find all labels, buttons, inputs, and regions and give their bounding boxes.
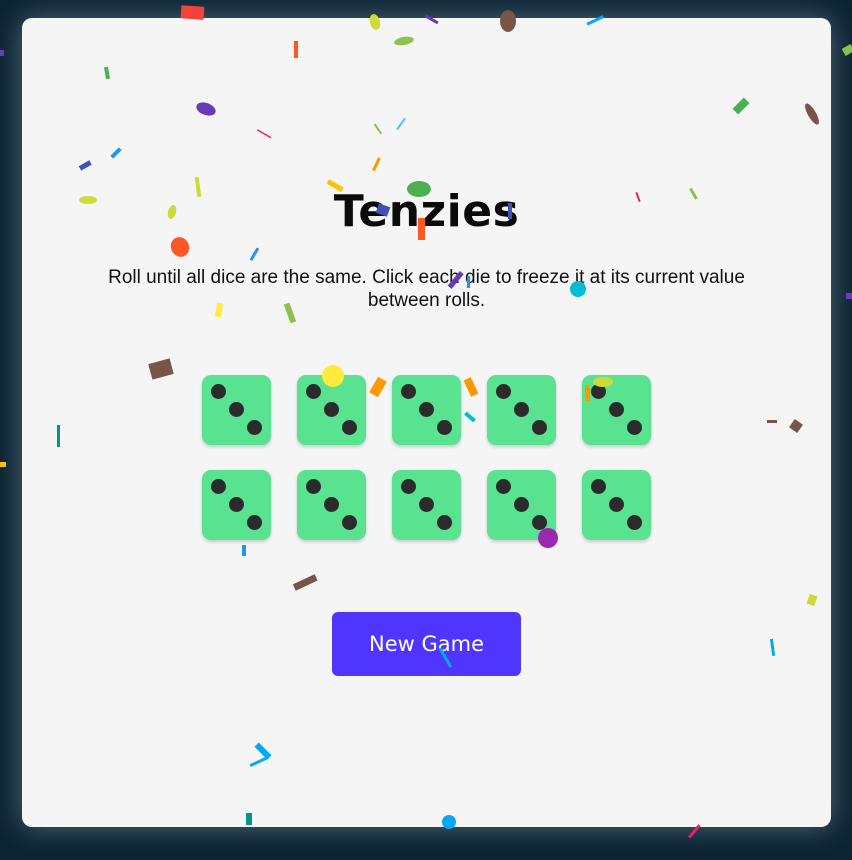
game-title: Tenzies — [333, 186, 520, 237]
die-pip — [496, 479, 511, 494]
die[interactable] — [202, 375, 271, 445]
die-pip — [229, 497, 244, 512]
new-game-button[interactable]: New Game — [332, 612, 521, 676]
die[interactable] — [202, 470, 271, 540]
die[interactable] — [392, 375, 461, 445]
die-pip — [211, 479, 226, 494]
die[interactable] — [297, 375, 366, 445]
die-pip — [514, 497, 529, 512]
die-pip — [419, 402, 434, 417]
die[interactable] — [582, 470, 651, 540]
die-pip — [627, 515, 642, 530]
die-pip — [609, 402, 624, 417]
die[interactable] — [297, 470, 366, 540]
die-pip — [591, 479, 606, 494]
die[interactable] — [392, 470, 461, 540]
die-pip — [342, 420, 357, 435]
die-pip — [306, 479, 321, 494]
die-pip — [496, 384, 511, 399]
die-pip — [419, 497, 434, 512]
game-stage: Tenzies Roll until all dice are the same… — [0, 0, 852, 860]
game-board: Tenzies Roll until all dice are the same… — [22, 18, 831, 827]
die-pip — [324, 402, 339, 417]
die-pip — [532, 515, 547, 530]
die-pip — [247, 420, 262, 435]
die-pip — [437, 420, 452, 435]
die[interactable] — [487, 375, 556, 445]
die-pip — [627, 420, 642, 435]
die-pip — [229, 402, 244, 417]
die[interactable] — [487, 470, 556, 540]
die-pip — [211, 384, 226, 399]
die-pip — [247, 515, 262, 530]
die-pip — [401, 479, 416, 494]
die-pip — [306, 384, 321, 399]
die-pip — [591, 384, 606, 399]
die-pip — [437, 515, 452, 530]
die-pip — [342, 515, 357, 530]
die[interactable] — [582, 375, 651, 445]
dice-grid — [202, 375, 651, 540]
die-pip — [324, 497, 339, 512]
die-pip — [401, 384, 416, 399]
die-pip — [532, 420, 547, 435]
die-pip — [514, 402, 529, 417]
die-pip — [609, 497, 624, 512]
game-instructions: Roll until all dice are the same. Click … — [108, 267, 745, 311]
